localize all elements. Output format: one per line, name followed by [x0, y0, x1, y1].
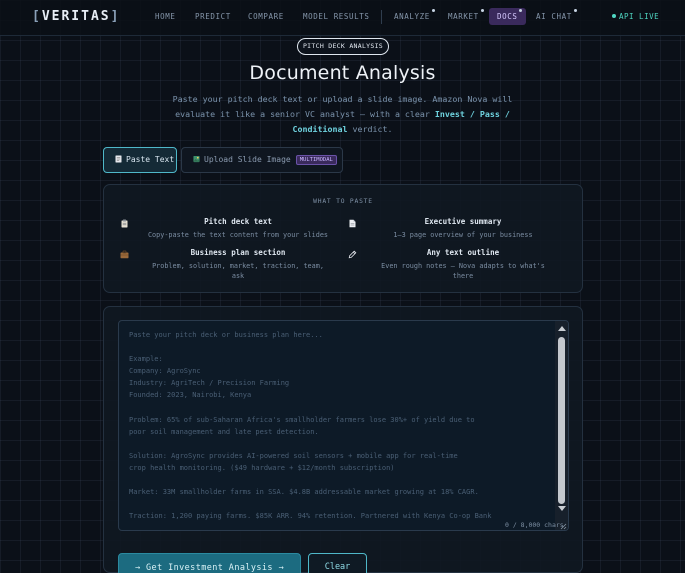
multimodal-badge: MULTIMODAL — [295, 155, 337, 165]
guide-item: Executive summary 1–3 page overview of y… — [348, 217, 568, 247]
guide-item-title: Business plan section — [190, 248, 286, 257]
guide-item-desc: Copy-paste the text content from your sl… — [147, 231, 329, 239]
guide-item: Any text outline Even rough notes — Nova… — [348, 248, 568, 284]
section-badge: PITCH DECK ANALYSIS — [297, 38, 389, 55]
nav-model-results[interactable]: MODEL RESULTS — [303, 12, 370, 21]
guide-item: Pitch deck text Copy-paste the text cont… — [120, 217, 340, 247]
guide-item-desc-line2: ask — [231, 272, 245, 280]
scroll-thumb[interactable] — [558, 337, 565, 504]
guide-item-desc: Even rough notes — Nova adapts to what's… — [348, 261, 578, 281]
scroll-down-icon[interactable] — [558, 506, 566, 511]
page-title: Document Analysis — [249, 62, 436, 84]
guide-item-title: Any text outline — [426, 248, 500, 257]
clear-button[interactable]: Clear — [308, 553, 367, 573]
tab-paste-label: Paste Text — [126, 155, 175, 164]
document-icon — [115, 155, 122, 163]
live-dot-icon — [612, 14, 616, 18]
guide-item: Business plan section Problem, solution,… — [120, 248, 340, 284]
tab-upload-label: Upload Slide Image — [204, 155, 291, 164]
paste-guide-card: WHAT TO PASTE Pitch deck text Copy-paste… — [103, 184, 583, 293]
nav-predict[interactable]: PREDICT — [195, 12, 231, 21]
resize-handle-icon[interactable] — [559, 522, 567, 530]
nav-market[interactable]: MARKET — [448, 9, 484, 21]
char-counter: 0 / 8,000 chars — [505, 521, 564, 529]
image-icon — [193, 155, 200, 163]
nav-analyze[interactable]: ANALYZE — [394, 9, 435, 21]
pitch-text-input[interactable]: Paste your pitch deck or business plan h… — [118, 320, 569, 531]
guide-item-desc-line1: Even rough notes — Nova adapts to what's — [381, 262, 545, 270]
guide-item-desc: 1–3 page overview of your business — [393, 231, 533, 239]
subtitle-text-end: verdict. — [347, 124, 393, 134]
page-subtitle: Paste your pitch deck text or upload a s… — [165, 92, 520, 137]
guide-item-desc: Problem, solution, market, traction, tea… — [120, 261, 356, 281]
guide-item-title: Executive summary — [424, 217, 502, 226]
nav-home[interactable]: HOME — [155, 12, 175, 21]
api-status: API LIVE — [612, 12, 659, 21]
guide-item-title: Pitch deck text — [204, 217, 272, 226]
tab-paste-text[interactable]: Paste Text — [103, 147, 177, 173]
get-analysis-button[interactable]: → Get Investment Analysis → — [118, 553, 301, 573]
scroll-up-icon[interactable] — [558, 326, 566, 331]
textarea-scrollbar[interactable] — [555, 321, 568, 530]
top-nav: [VERITAS] HOME PREDICT COMPARE MODEL RES… — [0, 0, 685, 36]
guide-item-desc-line2: there — [452, 272, 474, 280]
nav-docs[interactable]: DOCS — [497, 9, 524, 21]
nav-divider — [381, 10, 382, 24]
nav-ai-chat[interactable]: AI CHAT — [536, 9, 577, 21]
textarea-placeholder: Paste your pitch deck or business plan h… — [129, 331, 492, 521]
logo[interactable]: [VERITAS] — [32, 9, 120, 24]
guide-title: WHAT TO PASTE — [313, 198, 373, 205]
logo-text: VERITAS — [41, 9, 111, 24]
tab-upload-image[interactable]: Upload Slide Image MULTIMODAL — [181, 147, 343, 173]
nav-compare[interactable]: COMPARE — [248, 12, 284, 21]
api-status-label: API LIVE — [619, 12, 660, 21]
guide-item-desc-line1: Problem, solution, market, traction, tea… — [152, 262, 324, 270]
